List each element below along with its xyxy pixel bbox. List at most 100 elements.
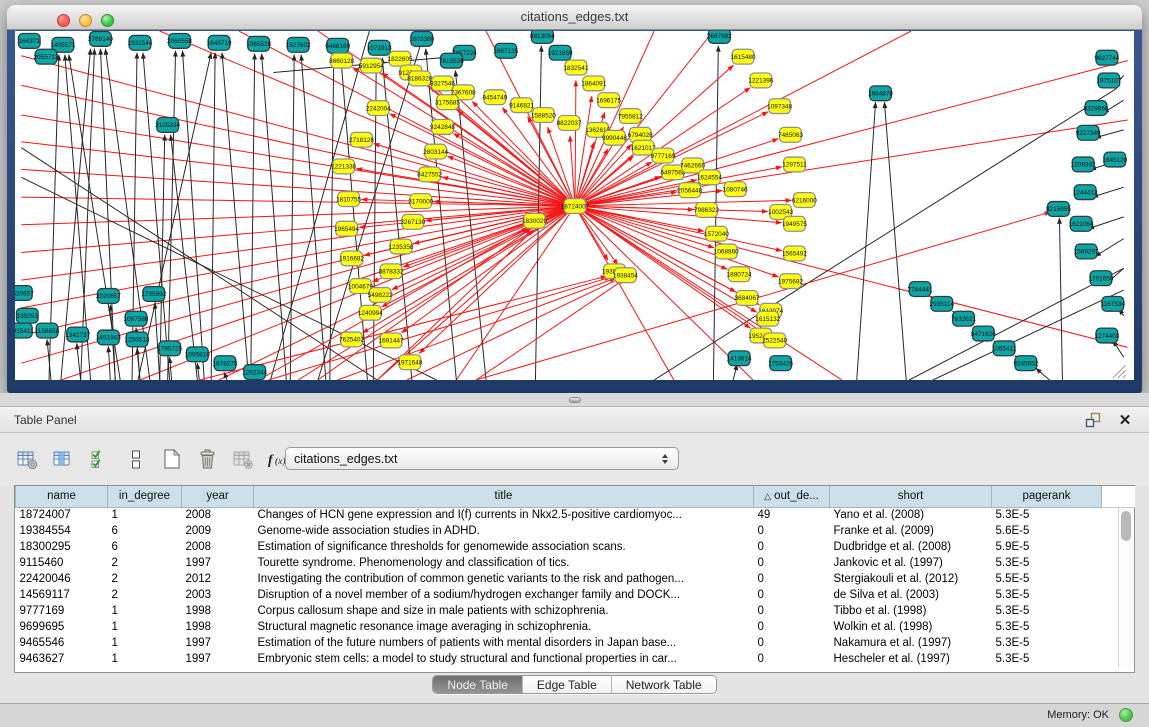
graph-node[interactable]: 1527602 bbox=[286, 37, 311, 52]
graph-edge[interactable] bbox=[884, 102, 906, 380]
cell-name[interactable]: 18300295 bbox=[16, 539, 108, 555]
column-header-title[interactable]: title bbox=[254, 486, 754, 507]
cell-name[interactable]: 19384554 bbox=[16, 523, 108, 539]
graph-node[interactable]: 2935114 bbox=[930, 296, 955, 311]
cell-year[interactable]: 2009 bbox=[182, 523, 254, 539]
graph-node[interactable]: 5498222 bbox=[368, 288, 393, 303]
graph-node[interactable]: 9329966 bbox=[1084, 101, 1109, 116]
cell-in_degree[interactable]: 1 bbox=[108, 603, 182, 619]
graph-node[interactable]: 7986322 bbox=[694, 203, 719, 218]
cell-title[interactable]: Changes of HCN gene expression and I(f) … bbox=[254, 507, 754, 523]
cell-title[interactable]: Disruption of a novel member of a sodium… bbox=[254, 587, 754, 603]
cell-out_degree[interactable]: 0 bbox=[754, 539, 830, 555]
graph-node[interactable]: 8471626 bbox=[971, 326, 996, 341]
cell-year[interactable]: 1998 bbox=[182, 619, 254, 635]
graph-edge[interactable] bbox=[476, 279, 624, 380]
cell-title[interactable]: Genome-wide association studies in ADHD. bbox=[254, 523, 754, 539]
cell-pagerank[interactable]: 5.3E-5 bbox=[992, 587, 1102, 603]
graph-node[interactable]: 1931544 bbox=[128, 35, 153, 50]
graph-node[interactable]: 1274403 bbox=[1094, 328, 1119, 343]
graph-edge[interactable] bbox=[21, 206, 575, 225]
graph-node[interactable]: 9227349 bbox=[1076, 125, 1101, 140]
graph-edge[interactable] bbox=[575, 31, 713, 206]
cell-in_degree[interactable]: 2 bbox=[108, 587, 182, 603]
graph-node[interactable]: 1975107 bbox=[1096, 73, 1121, 88]
table-settings-icon[interactable] bbox=[14, 445, 41, 473]
column-header-year[interactable]: year bbox=[182, 486, 254, 507]
cell-short[interactable]: Dudbridge et al. (2008) bbox=[830, 539, 992, 555]
graph-edge[interactable] bbox=[377, 206, 575, 380]
cell-out_degree[interactable]: 0 bbox=[754, 523, 830, 539]
graph-node[interactable]: 1221396 bbox=[748, 73, 773, 88]
cell-out_degree[interactable]: 49 bbox=[754, 507, 830, 523]
graph-node[interactable]: 1095810 bbox=[185, 347, 210, 362]
graph-node[interactable]: 2060558 bbox=[167, 33, 192, 48]
graph-node[interactable]: 7632621 bbox=[951, 311, 976, 326]
graph-node[interactable]: 1971648 bbox=[397, 355, 422, 370]
graph-edge[interactable] bbox=[570, 136, 575, 206]
table-row[interactable]: 1872400712008Changes of HCN gene express… bbox=[16, 507, 1135, 523]
graph-node[interactable]: 2055713 bbox=[34, 49, 59, 64]
graph-edge[interactable] bbox=[211, 53, 215, 380]
new-table-icon[interactable] bbox=[158, 445, 185, 473]
graph-edge[interactable] bbox=[197, 363, 199, 380]
cell-in_degree[interactable]: 6 bbox=[108, 523, 182, 539]
tab-network-table[interactable]: Network Table bbox=[612, 676, 716, 693]
graph-node[interactable]: 1588520 bbox=[531, 108, 556, 123]
graph-node[interactable]: 2522540 bbox=[762, 333, 787, 348]
graph-node[interactable]: 9777169 bbox=[651, 148, 676, 163]
graph-node[interactable]: 1565492 bbox=[782, 246, 807, 261]
graph-node[interactable]: 1696175 bbox=[596, 93, 621, 108]
graph-edge[interactable] bbox=[575, 80, 576, 206]
graph-edge[interactable] bbox=[170, 357, 172, 380]
graph-node[interactable]: 1250513 bbox=[125, 332, 150, 347]
cell-title[interactable]: Estimation of significance thresholds fo… bbox=[254, 539, 754, 555]
cell-pagerank[interactable]: 5.3E-5 bbox=[992, 619, 1102, 635]
cell-in_degree[interactable]: 1 bbox=[108, 507, 182, 523]
graph-node[interactable]: 1240994 bbox=[358, 305, 383, 320]
graph-node[interactable]: 8660128 bbox=[329, 53, 354, 68]
graph-node[interactable]: 1297511 bbox=[782, 157, 807, 172]
table-row[interactable]: 946554611997Estimation of the future num… bbox=[16, 635, 1135, 651]
graph-node[interactable]: 7485063 bbox=[778, 127, 803, 142]
cell-in_degree[interactable]: 6 bbox=[108, 539, 182, 555]
graph-node[interactable]: 1916682 bbox=[339, 251, 364, 266]
graph-edge[interactable] bbox=[476, 212, 1050, 380]
graph-node[interactable]: 7955812 bbox=[618, 109, 643, 124]
graph-node[interactable]: 1413614 bbox=[727, 351, 752, 366]
cell-name[interactable]: 9777169 bbox=[16, 603, 108, 619]
graph-node[interactable]: 2687682 bbox=[707, 31, 732, 43]
graph-node[interactable]: 1921859 bbox=[548, 45, 573, 60]
scrollbar-thumb[interactable] bbox=[1121, 511, 1131, 541]
graph-node[interactable]: 1621064 bbox=[1069, 216, 1094, 231]
cell-pagerank[interactable]: 5.5E-5 bbox=[992, 571, 1102, 587]
cell-name[interactable]: 14569117 bbox=[16, 587, 108, 603]
graph-node[interactable]: 1068860 bbox=[714, 244, 739, 259]
graph-node[interactable]: 2620657 bbox=[15, 286, 34, 301]
graph-node[interactable]: 2020657 bbox=[96, 289, 121, 304]
cell-name[interactable]: 9463627 bbox=[16, 651, 108, 667]
graph-node[interactable]: 2242004 bbox=[366, 101, 391, 116]
graph-node[interactable]: 8822037 bbox=[557, 116, 582, 131]
graph-node[interactable]: 1832541 bbox=[564, 60, 589, 75]
graph-node[interactable]: 1209382 bbox=[1071, 157, 1096, 172]
graph-node[interactable]: 1735992 bbox=[141, 287, 166, 302]
tab-edge-table[interactable]: Edge Table bbox=[523, 676, 612, 693]
table-row[interactable]: 2242004622012Investigating the contribut… bbox=[16, 571, 1135, 587]
graph-node[interactable]: 1965494 bbox=[334, 221, 359, 236]
graph-node[interactable]: 7625402 bbox=[339, 332, 364, 347]
cell-year[interactable]: 2012 bbox=[182, 571, 254, 587]
cell-out_degree[interactable]: 0 bbox=[754, 587, 830, 603]
network-canvas-area[interactable]: 1643711405571205571327691401931544206055… bbox=[15, 31, 1134, 380]
graph-node[interactable]: 1292344 bbox=[242, 365, 267, 380]
graph-node[interactable]: 1830029 bbox=[522, 213, 547, 228]
cell-short[interactable]: Wolkin et al. (1998) bbox=[830, 619, 992, 635]
graph-node[interactable]: 1880724 bbox=[727, 267, 752, 282]
column-header-pagerank[interactable]: pagerank bbox=[992, 486, 1102, 507]
table-row[interactable]: 977716911998Corpus callosum shape and si… bbox=[16, 603, 1135, 619]
graph-node[interactable]: 3170000 bbox=[408, 194, 433, 209]
graph-edge[interactable] bbox=[382, 73, 575, 206]
graph-edge[interactable] bbox=[1095, 239, 1124, 257]
cell-pagerank[interactable]: 5.6E-5 bbox=[992, 523, 1102, 539]
column-header-short[interactable]: short bbox=[830, 486, 992, 507]
